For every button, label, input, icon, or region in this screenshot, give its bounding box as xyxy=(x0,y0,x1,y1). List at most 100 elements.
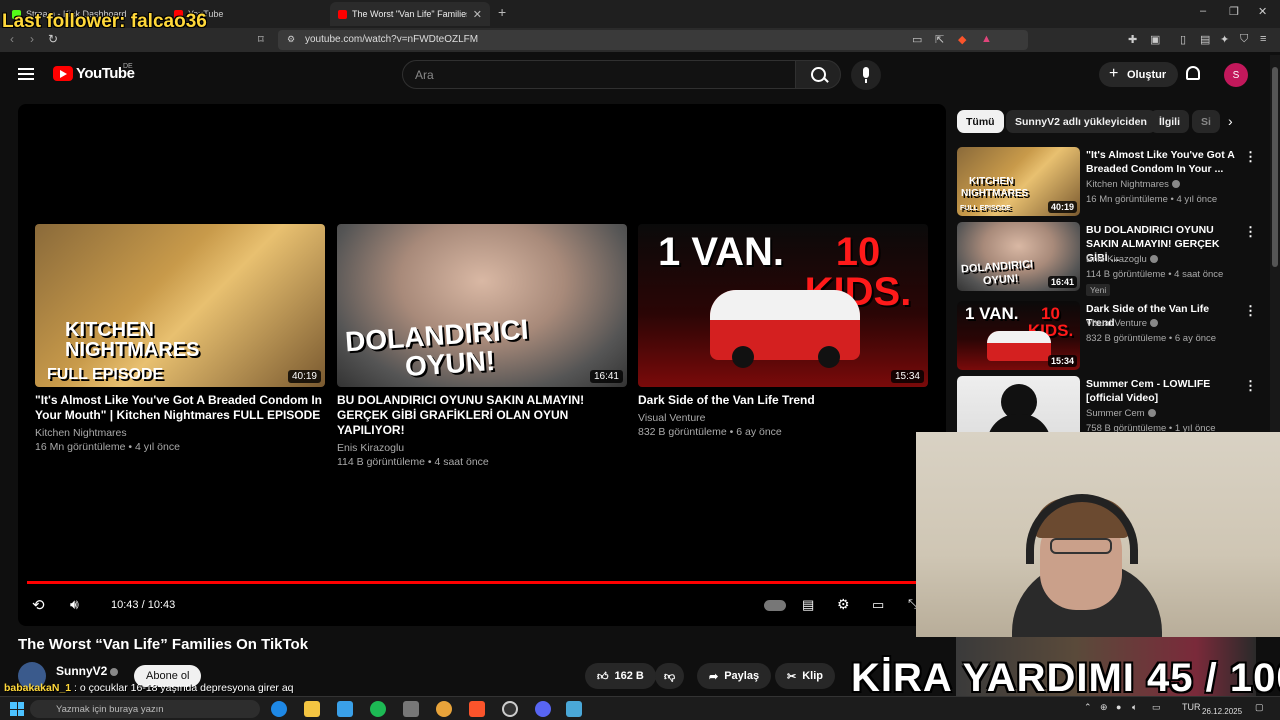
endcard-video-2[interactable]: DOLANDIRICI OYUN! 16:41 BU DOLANDIRICI O… xyxy=(337,224,627,469)
recommendation-thumbnail[interactable]: KITCHEN NIGHTMARES FULL EPISODE 40:19 xyxy=(957,147,1080,216)
search-button[interactable] xyxy=(795,60,841,89)
chip-truncated[interactable]: Si xyxy=(1192,110,1220,133)
discord-icon[interactable] xyxy=(535,701,551,717)
settings-gear-icon[interactable]: ⚙ xyxy=(837,596,850,613)
back-icon[interactable]: ‹ xyxy=(10,32,14,46)
forward-icon[interactable]: › xyxy=(30,32,34,46)
minimize-button[interactable]: – xyxy=(1200,5,1206,17)
network-icon[interactable]: ⊕ xyxy=(1100,702,1108,713)
reload-icon[interactable]: ↻ xyxy=(48,32,58,46)
miniplayer-icon[interactable]: ▭ xyxy=(872,597,884,613)
autoplay-toggle[interactable] xyxy=(764,600,786,611)
endcard-thumbnail[interactable]: 1 VAN. 10 KIDS. 15:34 xyxy=(638,224,928,387)
bookmark-icon[interactable]: ⌑ xyxy=(258,33,264,46)
chevron-right-icon[interactable]: › xyxy=(1228,113,1233,129)
more-options-icon[interactable]: ⋮ xyxy=(1244,303,1257,319)
file-explorer-icon[interactable] xyxy=(304,701,320,717)
extensions-icon[interactable]: ✚ xyxy=(1128,33,1137,46)
channel-name[interactable]: SunnyV2 xyxy=(56,664,119,678)
brave-rewards-icon[interactable]: ▲ xyxy=(981,33,992,45)
recommendation-title[interactable]: "It's Almost Like You've Got A Breaded C… xyxy=(1086,148,1236,176)
spotify-icon[interactable] xyxy=(370,701,386,717)
site-info-icon[interactable]: ⚙ xyxy=(287,34,295,45)
new-badge: Yeni xyxy=(1086,284,1111,296)
youtube-icon xyxy=(338,9,347,19)
endcard-video-3[interactable]: 1 VAN. 10 KIDS. 15:34 Dark Side of the V… xyxy=(638,224,928,439)
more-options-icon[interactable]: ⋮ xyxy=(1244,378,1257,394)
recommendation-item[interactable]: KITCHEN NIGHTMARES FULL EPISODE 40:19 "I… xyxy=(957,147,1257,217)
wallet-icon[interactable]: ▤ xyxy=(1200,33,1210,46)
recommendation-thumbnail[interactable]: 1 VAN. 10 KIDS. 15:34 xyxy=(957,301,1080,370)
notifications-bell-icon[interactable] xyxy=(1186,66,1200,80)
verified-icon xyxy=(110,668,119,676)
endcard-meta: 16 Mn görüntüleme • 4 yıl önce xyxy=(35,441,180,453)
windows-start-icon[interactable] xyxy=(10,702,24,716)
cast-icon[interactable]: ▭ xyxy=(912,33,922,46)
replay-icon[interactable]: ⟲ xyxy=(32,596,45,614)
speaker-icon[interactable]: 🔈︎ xyxy=(1132,702,1137,713)
dislike-button[interactable]: 👎︎ xyxy=(655,663,685,689)
create-button[interactable]: + Oluştur xyxy=(1099,62,1179,87)
hamburger-menu-icon[interactable] xyxy=(18,68,34,80)
endcard-title[interactable]: BU DOLANDIRICI OYUNU SAKIN ALMAYIN! GERÇ… xyxy=(337,393,627,438)
endcard-thumbnail[interactable]: DOLANDIRICI OYUN! 16:41 xyxy=(337,224,627,387)
edge-icon[interactable] xyxy=(271,701,287,717)
clock-date[interactable]: 26.12.2025 xyxy=(1202,707,1242,716)
restore-button[interactable]: ❐ xyxy=(1229,5,1239,18)
store-icon[interactable] xyxy=(337,701,353,717)
recommendation-item[interactable]: DOLANDIRICI OYUN! 16:41 BU DOLANDIRICI O… xyxy=(957,222,1257,296)
chip-all[interactable]: Tümü xyxy=(957,110,1004,133)
vpn-icon[interactable]: ⛉ xyxy=(1240,33,1248,46)
endcard-title[interactable]: "It's Almost Like You've Got A Breaded C… xyxy=(35,393,325,423)
endcard-thumbnail[interactable]: KITCHEN NIGHTMARES FULL EPISODE 40:19 xyxy=(35,224,325,387)
share-icon[interactable]: ⇱ xyxy=(935,33,944,46)
notification-icon[interactable]: ▢ xyxy=(1255,702,1264,713)
close-tab-icon[interactable]: ✕ xyxy=(473,8,482,21)
tab-label: The Worst "Van Life" Families On xyxy=(352,9,467,19)
recommendation-thumbnail[interactable]: DOLANDIRICI OYUN! 16:41 xyxy=(957,222,1080,291)
endcard-video-1[interactable]: KITCHEN NIGHTMARES FULL EPISODE 40:19 "I… xyxy=(35,224,325,454)
verified-icon xyxy=(1147,409,1156,417)
progress-bar[interactable] xyxy=(27,581,917,584)
subtitles-icon[interactable]: ▤ xyxy=(802,597,814,613)
sidebar-toggle-icon[interactable]: ▣ xyxy=(1150,33,1160,46)
chat-username: babakakaN_1 xyxy=(4,682,72,694)
obs-icon[interactable] xyxy=(502,701,518,717)
tab-current-video[interactable]: The Worst "Van Life" Families On ✕ xyxy=(330,2,490,26)
youtube-logo-icon[interactable] xyxy=(53,66,73,81)
calculator-icon[interactable] xyxy=(403,701,419,717)
chrome-icon[interactable] xyxy=(436,701,452,717)
tray-chevron-icon[interactable]: ⌃ xyxy=(1084,702,1092,713)
like-button[interactable]: 👍︎ 162 B xyxy=(585,663,656,689)
chip-from-uploader[interactable]: SunnyV2 adlı yükleyiciden xyxy=(1006,110,1156,133)
mic-tray-icon[interactable]: ● xyxy=(1116,702,1121,712)
endcard-title[interactable]: Dark Side of the Van Life Trend xyxy=(638,393,928,408)
app-icon[interactable] xyxy=(566,701,582,717)
taskbar-search-input[interactable] xyxy=(30,700,260,718)
close-window-button[interactable]: ✕ xyxy=(1258,5,1267,18)
verified-icon xyxy=(1150,319,1159,327)
brave-icon[interactable] xyxy=(469,701,485,717)
account-avatar[interactable]: S xyxy=(1224,63,1248,87)
search-input[interactable] xyxy=(402,60,796,89)
panel-icon[interactable]: ▯ xyxy=(1180,33,1186,46)
scrollbar-thumb[interactable] xyxy=(1272,67,1278,267)
new-tab-button[interactable]: + xyxy=(498,4,506,20)
recommendation-item[interactable]: 1 VAN. 10 KIDS. 15:34 Dark Side of the V… xyxy=(957,301,1257,371)
more-options-icon[interactable]: ⋮ xyxy=(1244,224,1257,240)
menu-icon[interactable]: ≡ xyxy=(1260,33,1266,45)
clip-button[interactable]: ✂ Klip xyxy=(775,663,835,689)
voice-search-button[interactable] xyxy=(851,60,881,90)
share-button[interactable]: ➦ Paylaş xyxy=(697,663,772,689)
chip-related[interactable]: İlgili xyxy=(1150,110,1189,133)
video-player[interactable]: KITCHEN NIGHTMARES FULL EPISODE 40:19 "I… xyxy=(18,104,946,626)
keyboard-icon[interactable]: ▭ xyxy=(1152,702,1161,713)
endcard-channel: Kitchen Nightmares xyxy=(35,427,127,439)
volume-icon[interactable]: 🔊︎ xyxy=(70,596,79,613)
recommendation-title[interactable]: Summer Cem - LOWLIFE [official Video] xyxy=(1086,377,1236,405)
language-indicator[interactable]: TUR xyxy=(1182,702,1201,712)
more-options-icon[interactable]: ⋮ xyxy=(1244,149,1257,165)
verified-icon xyxy=(1171,180,1180,188)
leo-ai-icon[interactable]: ✦ xyxy=(1220,33,1229,46)
brave-shield-icon[interactable]: ◆ xyxy=(958,33,966,46)
